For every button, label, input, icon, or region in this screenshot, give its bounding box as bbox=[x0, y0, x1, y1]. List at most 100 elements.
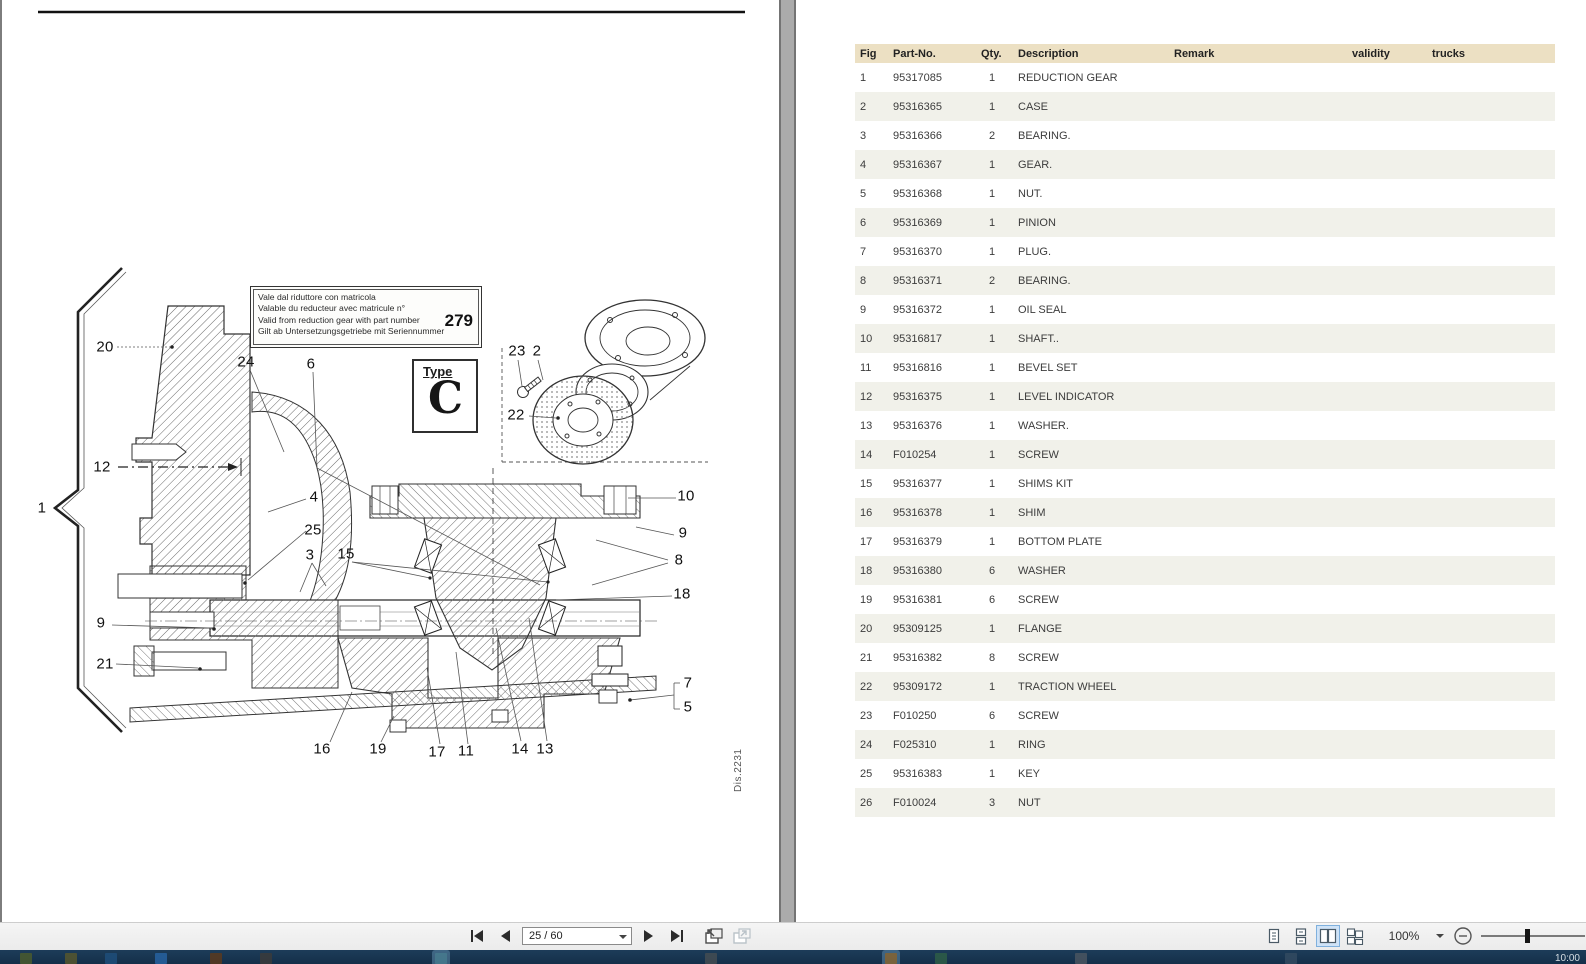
taskbar-app-icon[interactable] bbox=[210, 953, 222, 964]
cell-description: BEARING. bbox=[1018, 129, 1071, 142]
taskbar-app-icon[interactable] bbox=[935, 953, 947, 964]
os-taskbar[interactable]: 10:00 bbox=[0, 950, 1586, 964]
cell-description: GEAR. bbox=[1018, 158, 1053, 171]
table-row[interactable]: 6 95316369 1 PINION bbox=[855, 208, 1555, 237]
page-number-combobox[interactable] bbox=[522, 927, 632, 945]
zoom-slider-handle[interactable] bbox=[1525, 929, 1530, 943]
table-row[interactable]: 8 95316371 2 BEARING. bbox=[855, 266, 1555, 295]
table-row[interactable]: 15 95316377 1 SHIMS KIT bbox=[855, 469, 1555, 498]
table-row[interactable]: 2 95316365 1 CASE bbox=[855, 92, 1555, 121]
page-dropdown-arrow-icon[interactable] bbox=[619, 935, 627, 939]
cell-qty: 1 bbox=[989, 738, 996, 751]
two-page-continuous-layout-button[interactable] bbox=[1343, 925, 1367, 947]
cell-description: NUT bbox=[1018, 796, 1041, 809]
diagram-callout: 17 bbox=[428, 743, 446, 761]
taskbar-app-icon[interactable] bbox=[1075, 953, 1087, 964]
cell-part_no: 95309125 bbox=[893, 622, 942, 635]
cell-fig: 6 bbox=[860, 216, 867, 229]
table-row[interactable]: 17 95316379 1 BOTTOM PLATE bbox=[855, 527, 1555, 556]
table-row[interactable]: 14 F010254 1 SCREW bbox=[855, 440, 1555, 469]
header-validity: validity bbox=[1352, 47, 1390, 60]
cell-description: SHIM bbox=[1018, 506, 1046, 519]
previous-page-button[interactable] bbox=[494, 927, 516, 945]
previous-view-button[interactable] bbox=[702, 927, 724, 945]
cell-description: SHAFT.. bbox=[1018, 332, 1059, 345]
diagram-callout: 3 bbox=[305, 546, 315, 564]
page-navigation bbox=[466, 927, 752, 945]
table-row[interactable]: 1 95317085 1 REDUCTION GEAR bbox=[855, 63, 1555, 92]
zoom-dropdown-arrow-icon[interactable] bbox=[1436, 934, 1444, 938]
table-row[interactable]: 21 95316382 8 SCREW bbox=[855, 643, 1555, 672]
cell-fig: 19 bbox=[860, 593, 873, 606]
single-page-layout-button[interactable] bbox=[1262, 925, 1286, 947]
cell-fig: 8 bbox=[860, 274, 867, 287]
taskbar-app-icon[interactable] bbox=[1285, 953, 1297, 964]
cell-qty: 2 bbox=[989, 274, 996, 287]
diagram-callout: 25 bbox=[304, 521, 322, 539]
table-row[interactable]: 16 95316378 1 SHIM bbox=[855, 498, 1555, 527]
table-row[interactable]: 26 F010024 3 NUT bbox=[855, 788, 1555, 817]
diagram-callout: 14 bbox=[511, 740, 529, 758]
taskbar-app-icon[interactable] bbox=[155, 953, 167, 964]
table-row[interactable]: 3 95316366 2 BEARING. bbox=[855, 121, 1555, 150]
table-row[interactable]: 11 95316816 1 BEVEL SET bbox=[855, 353, 1555, 382]
taskbar-app-icon[interactable] bbox=[20, 953, 32, 964]
cell-qty: 8 bbox=[989, 651, 996, 664]
continuous-layout-button[interactable] bbox=[1289, 925, 1313, 947]
oil-seal-pin bbox=[149, 611, 215, 629]
taskbar-app-icon[interactable] bbox=[260, 953, 272, 964]
two-page-continuous-layout-icon bbox=[1346, 927, 1364, 945]
header-trucks: trucks bbox=[1432, 47, 1466, 60]
zoom-slider-track[interactable] bbox=[1481, 935, 1585, 937]
cell-description: SHIMS KIT bbox=[1018, 477, 1074, 490]
table-row[interactable]: 23 F010250 6 SCREW bbox=[855, 701, 1555, 730]
parts-table: Fig Part-No. Qty. Description Remark val… bbox=[855, 44, 1555, 817]
last-page-button[interactable] bbox=[666, 927, 688, 945]
page-number-input[interactable] bbox=[523, 928, 619, 944]
table-row[interactable]: 22 95309172 1 TRACTION WHEEL bbox=[855, 672, 1555, 701]
traction-wheel-isometric bbox=[532, 375, 634, 465]
drawing-number: Dis.2231 bbox=[733, 748, 744, 792]
table-row[interactable]: 12 95316375 1 LEVEL INDICATOR bbox=[855, 382, 1555, 411]
zoom-slider[interactable] bbox=[1481, 927, 1585, 945]
table-row[interactable]: 18 95316380 6 WASHER bbox=[855, 556, 1555, 585]
cell-qty: 1 bbox=[989, 767, 996, 780]
table-row[interactable]: 4 95316367 1 GEAR. bbox=[855, 150, 1555, 179]
table-row[interactable]: 19 95316381 6 SCREW bbox=[855, 585, 1555, 614]
diagram-callout: 12 bbox=[93, 458, 111, 476]
cell-fig: 10 bbox=[860, 332, 873, 345]
technical-diagram bbox=[38, 10, 745, 745]
next-view-button[interactable] bbox=[730, 927, 752, 945]
taskbar-app-icon[interactable] bbox=[435, 953, 447, 964]
table-row[interactable]: 24 F025310 1 RING bbox=[855, 730, 1555, 759]
next-page-button[interactable] bbox=[638, 927, 660, 945]
table-row[interactable]: 5 95316368 1 NUT. bbox=[855, 179, 1555, 208]
cell-fig: 13 bbox=[860, 419, 873, 432]
header-fig: Fig bbox=[860, 47, 877, 60]
table-row[interactable]: 13 95316376 1 WASHER. bbox=[855, 411, 1555, 440]
two-page-layout-icon bbox=[1319, 928, 1337, 943]
taskbar-app-icon[interactable] bbox=[705, 953, 717, 964]
cell-description: SCREW bbox=[1018, 709, 1059, 722]
cell-qty: 1 bbox=[989, 477, 996, 490]
type-box: Type C bbox=[412, 359, 478, 433]
cell-description: REDUCTION GEAR bbox=[1018, 71, 1118, 84]
taskbar-app-icon[interactable] bbox=[105, 953, 117, 964]
cell-qty: 1 bbox=[989, 390, 996, 403]
table-row[interactable]: 25 95316383 1 KEY bbox=[855, 759, 1555, 788]
cell-description: WASHER. bbox=[1018, 419, 1069, 432]
first-page-button[interactable] bbox=[466, 927, 488, 945]
cell-part_no: 95316817 bbox=[893, 332, 942, 345]
note-line-fr: Valable du reducteur avec matricule n° bbox=[258, 303, 406, 314]
zoom-out-button[interactable] bbox=[1453, 926, 1473, 946]
table-row[interactable]: 7 95316370 1 PLUG. bbox=[855, 237, 1555, 266]
two-page-layout-button[interactable] bbox=[1316, 925, 1340, 947]
table-row[interactable]: 9 95316372 1 OIL SEAL bbox=[855, 295, 1555, 324]
table-row[interactable]: 20 95309125 1 FLANGE bbox=[855, 614, 1555, 643]
taskbar-app-icon[interactable] bbox=[885, 953, 897, 964]
taskbar-app-icon[interactable] bbox=[65, 953, 77, 964]
note-line-it: Vale dal riduttore con matricola bbox=[258, 292, 376, 302]
bell-housing-section bbox=[251, 391, 353, 607]
cell-description: TRACTION WHEEL bbox=[1018, 680, 1117, 693]
table-row[interactable]: 10 95316817 1 SHAFT.. bbox=[855, 324, 1555, 353]
